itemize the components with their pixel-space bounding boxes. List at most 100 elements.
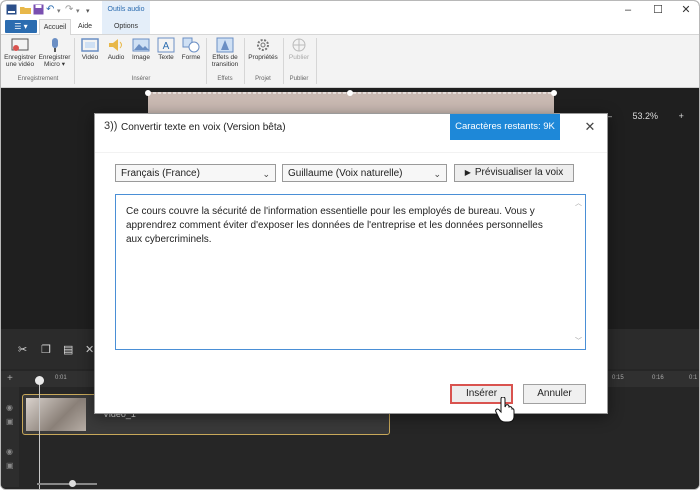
group-label-projet: Projet [255,76,271,82]
ribbon-separator [206,38,207,84]
speech-icon: 3)) [104,120,118,132]
insert-image-label: Image [131,54,151,61]
record-video-label: Enregistrer une vidéo [4,54,36,68]
svg-text:A: A [163,41,170,52]
paste-icon[interactable]: ▤ [63,343,73,356]
ruler-tick: 0:16 [652,375,664,381]
customize-toolbar-icon[interactable]: ▾ [86,6,90,18]
zoom-in-button[interactable]: + [679,111,684,121]
clip-thumbnail [26,398,86,431]
ribbon: Enregistrer une vidéo Enregistrer Micro … [1,35,699,88]
redo-dropdown-icon[interactable]: ▾ [76,6,80,18]
film-icon [81,38,99,52]
cut-icon[interactable]: ✂ [18,343,27,356]
insert-image-button[interactable]: Image [129,37,153,61]
insert-video-button[interactable]: Vidéo [78,37,102,61]
scroll-down-icon[interactable]: ﹀ [575,336,582,346]
insert-text-label: Texte [158,54,174,61]
redo-icon[interactable]: ↷ [65,4,73,16]
title-bar: ↶ ▾ ↷ ▾ ▾ Outils audio – ☐ ✕ [1,1,699,19]
file-menu-button[interactable]: ☰ ▾ [5,20,37,33]
timeline-zoom-slider-thumb[interactable] [69,480,76,487]
group-label-enregistrement: Enregistrement [17,76,59,82]
insert-shape-button[interactable]: Forme [179,37,203,61]
properties-button[interactable]: Propriétés [245,37,281,61]
globe-icon [292,38,306,52]
dialog-title-bar: 3)) Convertir texte en voix (Version bêt… [95,114,607,142]
shape-icon [182,37,200,53]
undo-dropdown-icon[interactable]: ▾ [57,6,61,18]
insert-audio-button[interactable]: Audio [104,37,128,61]
dialog-close-button[interactable]: ✕ [581,118,599,136]
image-icon [132,38,150,52]
track-visibility-icon[interactable]: ◉ [6,403,13,412]
scroll-up-icon[interactable]: ︿ [575,198,582,208]
context-tab-audio-tools: Outils audio [102,1,150,19]
undo-icon[interactable]: ↶ [46,4,54,16]
ribbon-tab-row: ☰ ▾ Accueil Aide Options [1,19,699,35]
play-icon: ▶ [464,168,471,177]
playhead-handle[interactable] [35,376,44,385]
track-visibility-icon[interactable]: ◉ [6,447,13,456]
insert-video-label: Vidéo [81,54,99,61]
minimize-button[interactable]: – [613,1,643,19]
tab-options[interactable]: Options [102,19,150,34]
ribbon-separator [316,38,317,84]
remaining-characters-badge: Caractères restants: 9K [450,114,560,140]
selection-handles [145,90,557,96]
dialog-title: Convertir texte en voix (Version bêta) [121,122,286,133]
group-label-inserer: Insérer [131,76,151,82]
text-to-speech-dialog: 3)) Convertir texte en voix (Version bêt… [94,113,608,414]
record-mic-label: Enregistrer Micro ▾ [38,54,71,68]
track-lock-icon[interactable]: ▣ [6,461,14,470]
microphone-icon [51,38,58,52]
add-track-button[interactable]: + [7,373,13,384]
zoom-control: – 53.2% + [607,111,684,121]
maximize-button[interactable]: ☐ [643,1,673,19]
zoom-value: 53.2% [632,111,659,121]
chevron-down-icon: ⌄ [262,169,270,179]
window-close-button[interactable]: ✕ [671,1,699,19]
textarea-scrollbar[interactable]: ︿ ﹀ [573,195,585,349]
cancel-button[interactable]: Annuler [523,384,586,404]
speech-text-input[interactable]: Ce cours couvre la sécurité de l'informa… [115,194,586,350]
publish-label: Publier [288,54,310,61]
preview-voice-button[interactable]: ▶ Prévisualiser la voix [454,164,574,182]
speaker-icon [109,39,122,51]
language-value: Français (France) [121,168,200,179]
ruler-tick: 0:1 [689,375,698,381]
track-lock-icon[interactable]: ▣ [6,417,14,426]
delete-icon[interactable]: ✕ [85,343,94,356]
tab-aide[interactable]: Aide [71,19,99,34]
tab-accueil[interactable]: Accueil [39,19,71,35]
app-window: ↶ ▾ ↷ ▾ ▾ Outils audio – ☐ ✕ ☰ ▾ Accueil… [0,0,700,490]
transition-effects-button[interactable]: Effets de transition [208,37,242,68]
ruler-tick: 0:01 [55,375,67,381]
properties-label: Propriétés [248,54,278,61]
open-folder-icon[interactable] [20,4,31,19]
transition-icon [216,37,234,53]
insert-audio-label: Audio [107,54,125,61]
playhead[interactable] [39,377,40,489]
text-icon: A [157,37,175,53]
insert-shape-label: Forme [181,54,201,61]
timeline-zoom-slider[interactable] [37,483,97,485]
hand-cursor-icon [495,397,515,423]
ribbon-separator [74,38,75,84]
chevron-down-icon: ⌄ [433,169,441,179]
record-video-icon [11,38,29,51]
voice-value: Guillaume (Voix naturelle) [288,168,403,179]
record-video-button[interactable]: Enregistrer une vidéo [3,37,37,68]
ruler-tick: 0:15 [612,375,624,381]
insert-text-button[interactable]: A Texte [154,37,178,61]
record-mic-button[interactable]: Enregistrer Micro ▾ [38,37,71,68]
group-label-effets: Effets [217,76,233,82]
voice-select[interactable]: Guillaume (Voix naturelle) ⌄ [282,164,447,182]
gear-icon [257,39,269,51]
dialog-divider [95,152,607,153]
speech-text-content: Ce cours couvre la sécurité de l'informa… [126,206,546,245]
copy-icon[interactable]: ❐ [41,343,51,356]
save-icon[interactable] [33,4,44,19]
publish-button[interactable]: Publier [284,37,314,61]
language-select[interactable]: Français (France) ⌄ [115,164,276,182]
